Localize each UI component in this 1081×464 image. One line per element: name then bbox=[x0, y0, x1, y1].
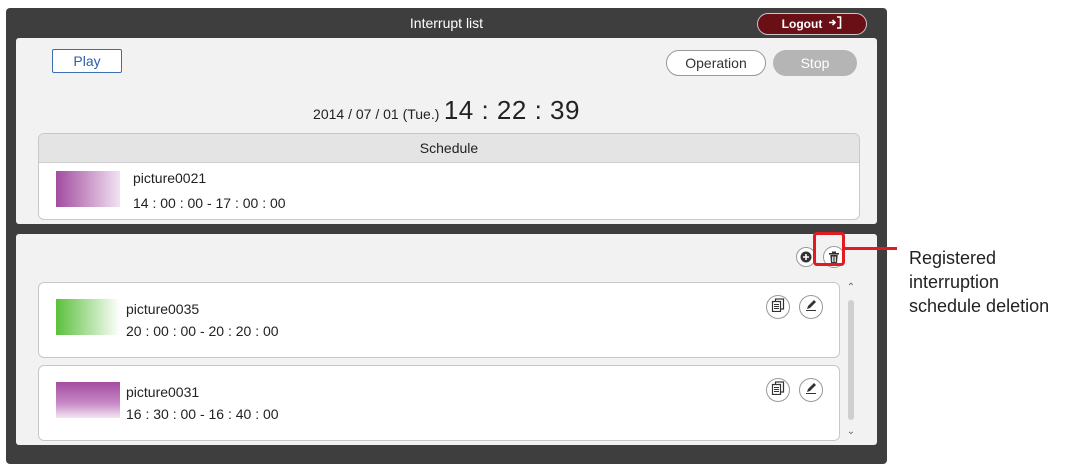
edit-icon bbox=[804, 381, 818, 400]
operation-button[interactable]: Operation bbox=[666, 50, 766, 76]
chevron-down-icon[interactable]: ⌄ bbox=[844, 426, 858, 438]
interrupt-list-window: Interrupt list Logout Play Operation Sto… bbox=[6, 8, 887, 464]
delete-highlight-box bbox=[813, 232, 845, 266]
play-button[interactable]: Play bbox=[52, 49, 122, 73]
window-title: Interrupt list bbox=[409, 15, 484, 31]
schedule-item-name: picture0021 bbox=[133, 170, 207, 186]
current-date: 2014 / 07 / 01 (Tue.) bbox=[313, 106, 440, 122]
callout-line-3: schedule deletion bbox=[909, 296, 1050, 316]
copy-icon bbox=[771, 380, 785, 400]
schedule-item-time: 14 : 00 : 00 - 17 : 00 : 00 bbox=[133, 195, 286, 211]
schedule-box: Schedule picture0021 14 : 00 : 00 - 17 :… bbox=[38, 133, 860, 220]
chevron-up-icon[interactable]: ⌃ bbox=[844, 282, 858, 294]
callout-line bbox=[845, 247, 897, 250]
callout-annotation: Registered interruption schedule deletio… bbox=[909, 246, 1049, 318]
interrupt-name: picture0031 bbox=[126, 384, 200, 400]
interrupt-scrollbar[interactable]: ⌃ ⌄ bbox=[844, 282, 858, 442]
interrupt-thumbnail bbox=[56, 299, 120, 335]
callout-line-2: interruption bbox=[909, 272, 1000, 292]
schedule-thumbnail bbox=[56, 171, 120, 207]
interrupt-card[interactable]: picture0035 20 : 00 : 00 - 20 : 20 : 00 bbox=[38, 282, 840, 358]
schedule-header: Schedule bbox=[39, 134, 859, 163]
stop-button[interactable]: Stop bbox=[773, 50, 857, 76]
interrupt-card[interactable]: picture0031 16 : 30 : 00 - 16 : 40 : 00 bbox=[38, 365, 840, 441]
edit-icon bbox=[804, 298, 818, 317]
logout-label: Logout bbox=[781, 17, 823, 31]
interrupt-name: picture0035 bbox=[126, 301, 200, 317]
edit-button[interactable] bbox=[799, 378, 823, 402]
current-panel: Play Operation Stop 2014 / 07 / 01 (Tue.… bbox=[16, 38, 877, 224]
interrupt-thumbnail bbox=[56, 382, 120, 418]
copy-icon bbox=[771, 297, 785, 317]
edit-button[interactable] bbox=[799, 295, 823, 319]
add-icon bbox=[800, 251, 812, 263]
current-time: 14 : 22 : 39 bbox=[443, 95, 580, 125]
copy-button[interactable] bbox=[766, 378, 790, 402]
interrupt-time: 16 : 30 : 00 - 16 : 40 : 00 bbox=[126, 406, 279, 422]
current-datetime: 2014 / 07 / 01 (Tue.) 14 : 22 : 39 bbox=[16, 95, 877, 126]
interrupt-time: 20 : 00 : 00 - 20 : 20 : 00 bbox=[126, 323, 279, 339]
logout-icon bbox=[828, 16, 842, 32]
copy-button[interactable] bbox=[766, 295, 790, 319]
interrupt-panel: picture0035 20 : 00 : 00 - 20 : 20 : 00 bbox=[16, 234, 877, 445]
logout-button[interactable]: Logout bbox=[757, 13, 867, 35]
callout-line-1: Registered bbox=[909, 248, 997, 268]
scroll-thumb[interactable] bbox=[848, 300, 854, 420]
title-bar: Interrupt list Logout bbox=[6, 8, 887, 38]
